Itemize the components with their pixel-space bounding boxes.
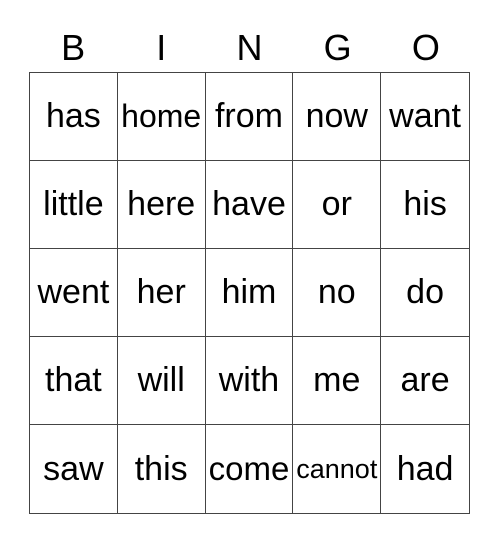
cell-word: this (134, 449, 188, 488)
header-letter-b: B (61, 27, 86, 68)
bingo-cell[interactable]: have (205, 161, 294, 249)
cell-word: are (400, 361, 450, 399)
bingo-cell[interactable]: his (381, 161, 469, 249)
cell-word: me (313, 361, 361, 399)
bingo-cell[interactable]: will (117, 337, 206, 425)
bingo-cell[interactable]: want (381, 73, 469, 161)
bingo-cell[interactable]: her (117, 249, 206, 337)
header-letter-o: O (411, 27, 440, 68)
cell-word: with (218, 361, 280, 399)
cell-word: or (321, 185, 352, 223)
bingo-cell[interactable]: cannot (293, 425, 382, 513)
cell-word: now (305, 97, 368, 135)
cell-word: will (137, 361, 185, 399)
bingo-cell[interactable]: went (30, 249, 118, 337)
bingo-cell[interactable]: saw (30, 425, 118, 513)
bingo-cell[interactable]: do (381, 249, 469, 337)
bingo-cell[interactable]: home (117, 73, 206, 161)
header-letter-g: G (323, 27, 352, 68)
cell-word: cannot (296, 453, 378, 484)
bingo-header: B I N G O (29, 26, 470, 70)
bingo-cell[interactable]: me (293, 337, 382, 425)
header-letter-i: I (156, 27, 167, 68)
cell-word: his (403, 185, 447, 223)
bingo-grid: has home from now want little here have or his wen… (29, 72, 470, 514)
cell-word: home (121, 98, 202, 134)
bingo-cell[interactable]: little (30, 161, 118, 249)
cell-word: from (214, 97, 283, 135)
cell-word: little (43, 185, 104, 223)
bingo-cell[interactable]: are (381, 337, 469, 425)
bingo-cell[interactable]: or (293, 161, 382, 249)
cell-word: had (396, 449, 454, 488)
cell-word: come (208, 450, 290, 487)
bingo-cell[interactable]: with (205, 337, 294, 425)
cell-word: her (136, 273, 186, 311)
bingo-cell[interactable]: him (205, 249, 294, 337)
cell-word: here (127, 185, 196, 223)
bingo-cell[interactable]: now (293, 73, 382, 161)
cell-word: has (45, 97, 101, 135)
cell-word: have (212, 185, 286, 223)
bingo-cell[interactable]: from (205, 73, 294, 161)
bingo-cell[interactable]: that (30, 337, 118, 425)
cell-word: want (389, 97, 461, 135)
cell-word: saw (43, 449, 104, 488)
bingo-cell[interactable]: here (117, 161, 206, 249)
bingo-cell[interactable]: has (30, 73, 118, 161)
cell-word: no (317, 273, 356, 311)
cell-word: that (45, 361, 102, 399)
bingo-cell[interactable]: come (206, 425, 294, 513)
cell-word: do (406, 273, 444, 311)
header-letter-n: N (236, 27, 263, 68)
bingo-cell[interactable]: had (381, 425, 469, 513)
bingo-cell[interactable]: this (118, 425, 206, 513)
cell-word: him (221, 273, 277, 311)
bingo-cell[interactable]: no (293, 249, 382, 337)
cell-word: went (37, 273, 110, 311)
